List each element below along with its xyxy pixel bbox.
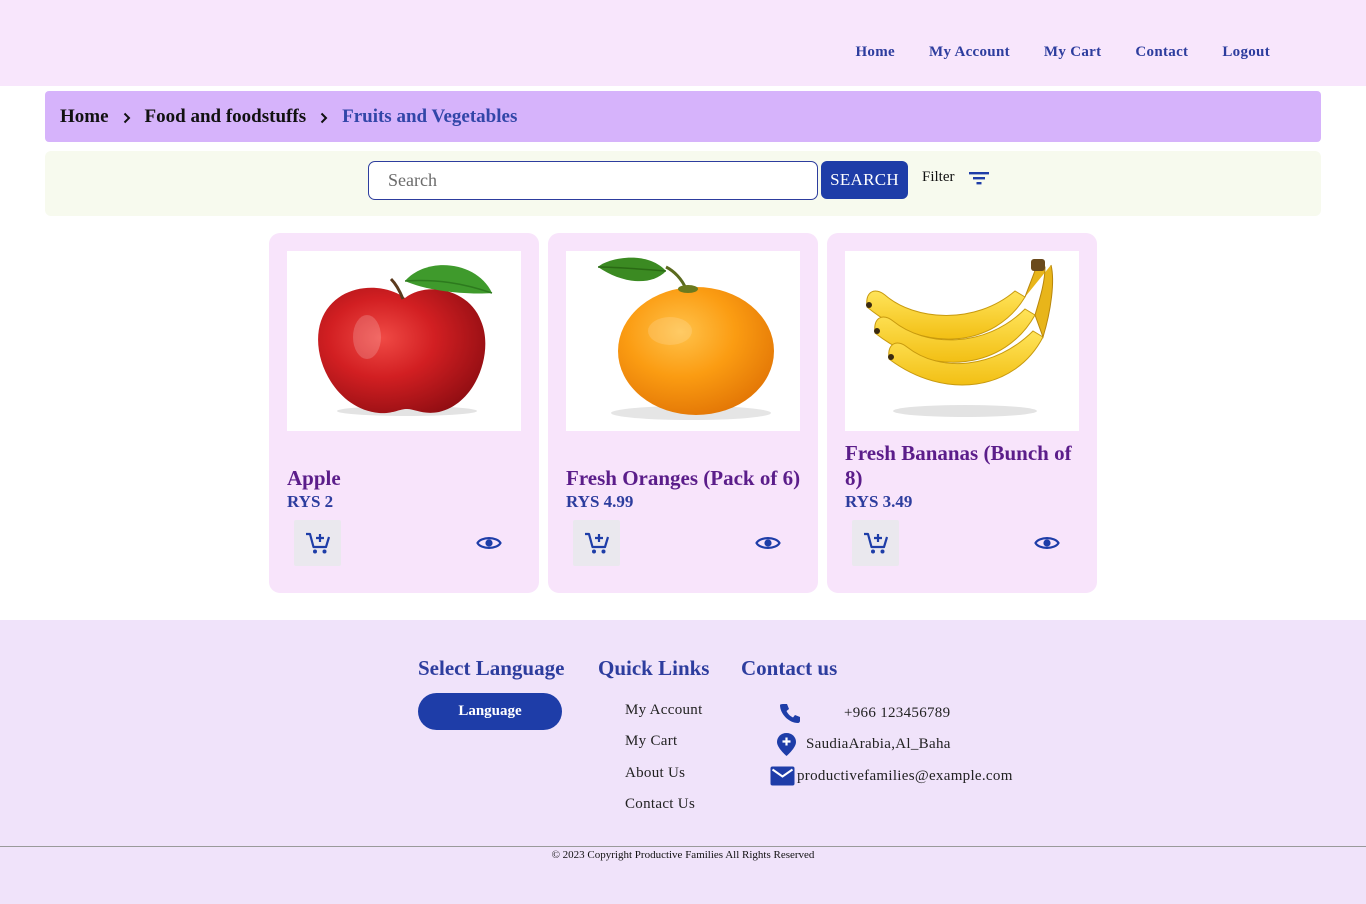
contact-phone-text: +966 123456789 — [844, 704, 951, 721]
contact-location-text: SaudiaArabia,Al_Baha — [806, 736, 951, 752]
eye-icon — [1034, 537, 1060, 549]
product-card: Fresh Oranges (Pack of 6) RYS 4.99 — [548, 233, 818, 593]
product-price: RYS 3.49 — [845, 492, 913, 511]
select-language-heading: Select Language — [418, 656, 565, 680]
contact-phone: +966 123456789 — [779, 702, 950, 724]
main-nav: Home My Account My Cart Contact Logout — [821, 43, 1270, 61]
footer-link-contact-us[interactable]: Contact Us — [625, 796, 695, 813]
chevron-right-icon — [123, 112, 130, 123]
product-grid: Apple RYS 2 Fresh Oranges (Pack of 6) RY… — [269, 233, 1097, 593]
filter-icon — [968, 171, 989, 184]
view-product-button[interactable] — [1033, 531, 1061, 555]
footer-divider — [0, 846, 1366, 847]
product-card: Fresh Bananas (Bunch of 8) RYS 3.49 — [827, 233, 1097, 593]
add-to-cart-button[interactable] — [852, 520, 899, 566]
footer-link-my-account[interactable]: My Account — [625, 702, 703, 719]
filter-button[interactable]: Filter — [922, 169, 990, 186]
add-to-cart-button[interactable] — [573, 520, 620, 566]
breadcrumb-home[interactable]: Home — [60, 106, 109, 128]
language-button[interactable]: Language — [418, 693, 562, 730]
contact-location: SaudiaArabia,Al_Baha — [776, 732, 951, 757]
contact-us-heading: Contact us — [741, 656, 838, 680]
add-to-cart-button[interactable] — [294, 520, 341, 566]
filter-label: Filter — [922, 169, 955, 185]
orange-image[interactable] — [566, 251, 800, 431]
add-to-cart-icon — [863, 532, 888, 554]
product-price: RYS 2 — [287, 492, 334, 511]
eye-icon — [476, 537, 502, 549]
footer: Select Language Language Quick Links My … — [0, 620, 1366, 904]
product-card: Apple RYS 2 — [269, 233, 539, 593]
mail-icon — [770, 766, 795, 786]
phone-icon — [780, 704, 800, 723]
nav-contact-link[interactable]: Contact — [1135, 43, 1188, 61]
nav-home-link[interactable]: Home — [855, 43, 895, 61]
breadcrumb-category[interactable]: Food and foodstuffs — [145, 106, 307, 128]
search-button[interactable]: SEARCH — [821, 161, 908, 199]
footer-link-my-cart[interactable]: My Cart — [625, 733, 678, 750]
breadcrumb: Home Food and foodstuffs Fruits and Vege… — [45, 91, 1321, 142]
product-name[interactable]: Fresh Bananas (Bunch of 8) — [845, 441, 1081, 491]
view-product-button[interactable] — [754, 531, 782, 555]
chevron-right-icon — [320, 112, 328, 123]
contact-email-text: productivefamilies@example.com — [797, 767, 1013, 784]
contact-email: productivefamilies@example.com — [770, 766, 1013, 786]
product-name[interactable]: Apple — [287, 466, 523, 491]
eye-icon — [755, 537, 781, 549]
footer-link-about-us[interactable]: About Us — [625, 765, 685, 782]
search-input[interactable] — [368, 161, 818, 200]
apple-image[interactable] — [287, 251, 521, 431]
copyright-text: © 2023 Copyright Productive Families All… — [551, 849, 815, 861]
quick-links-heading: Quick Links — [598, 656, 710, 680]
nav-logout-link[interactable]: Logout — [1222, 43, 1270, 61]
breadcrumb-current: Fruits and Vegetables — [342, 105, 518, 127]
banana-image[interactable] — [845, 251, 1079, 431]
view-product-button[interactable] — [475, 531, 503, 555]
nav-my-account-link[interactable]: My Account — [929, 43, 1010, 61]
product-price: RYS 4.99 — [566, 492, 634, 511]
top-navbar: Home My Account My Cart Contact Logout — [0, 0, 1366, 86]
nav-my-cart-link[interactable]: My Cart — [1044, 43, 1102, 61]
search-panel: SEARCH Filter — [45, 151, 1321, 216]
product-name[interactable]: Fresh Oranges (Pack of 6) — [566, 466, 802, 491]
location-pin-icon — [777, 733, 796, 756]
add-to-cart-icon — [305, 532, 330, 554]
add-to-cart-icon — [584, 532, 609, 554]
